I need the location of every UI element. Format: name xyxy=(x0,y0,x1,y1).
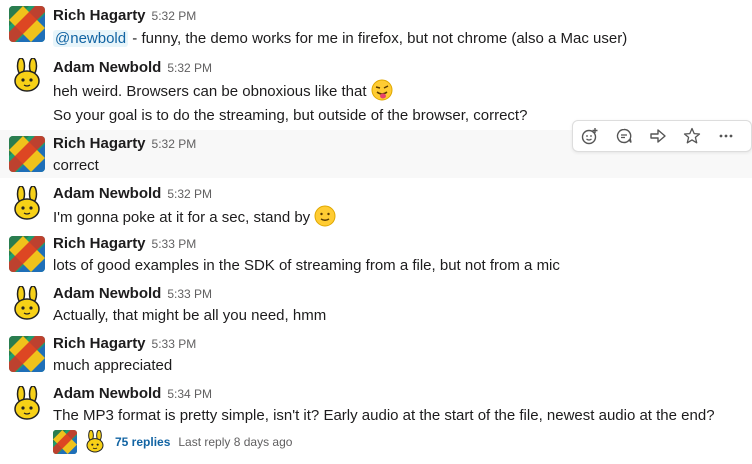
avatar-rich[interactable] xyxy=(9,236,45,272)
author-name[interactable]: Adam Newbold 5:32 PM xyxy=(53,185,212,202)
author-name[interactable]: Adam Newbold 5:33 PM xyxy=(53,285,212,302)
message-text: lots of good examples in the SDK of stre… xyxy=(53,257,560,274)
author-name[interactable]: Adam Newbold 5:32 PM xyxy=(53,59,212,76)
message: Adam Newbold 5:32 PM I'm gonna poke at it… xyxy=(0,180,752,230)
message-text: correct xyxy=(53,157,99,174)
more-actions-icon[interactable] xyxy=(709,122,743,150)
message-text: So your goal is to do the streaming, but… xyxy=(53,107,528,124)
avatar-rich[interactable] xyxy=(9,336,45,372)
stuck-out-tongue-winking-eye-icon[interactable] xyxy=(371,79,393,105)
add-reaction-icon[interactable] xyxy=(573,122,607,150)
timestamp[interactable]: 5:32 PM xyxy=(167,187,212,201)
user-mention[interactable]: @newbold xyxy=(53,30,129,47)
timestamp[interactable]: 5:33 PM xyxy=(152,337,197,351)
thread-last-reply: Last reply 8 days ago xyxy=(178,435,293,449)
reply-thread-icon[interactable] xyxy=(607,122,641,150)
avatar-rich[interactable] xyxy=(9,6,45,42)
share-message-icon[interactable] xyxy=(641,122,675,150)
author-name[interactable]: Rich Hagarty 5:32 PM xyxy=(53,7,196,24)
avatar-adam[interactable] xyxy=(9,386,45,422)
thread-replies-link[interactable]: 75 replies xyxy=(115,435,170,449)
message: Adam Newbold 5:33 PM Actually, that might… xyxy=(0,280,752,330)
message: Rich Hagarty 5:33 PM much appreciated xyxy=(0,330,752,380)
message-text: heh weird. Browsers can be obnoxious lik… xyxy=(53,79,393,105)
author-name[interactable]: Rich Hagarty 5:32 PM xyxy=(53,135,196,152)
thread-summary[interactable]: 75 replies Last reply 8 days ago xyxy=(53,430,292,454)
avatar-rich[interactable] xyxy=(9,136,45,172)
star-icon[interactable] xyxy=(675,122,709,150)
message-actions-toolbar xyxy=(572,120,752,152)
timestamp[interactable]: 5:32 PM xyxy=(167,61,212,75)
author-name[interactable]: Rich Hagarty 5:33 PM xyxy=(53,335,196,352)
message-text: much appreciated xyxy=(53,357,173,374)
slightly-smiling-face-icon[interactable] xyxy=(314,205,336,231)
thread-avatar-adam xyxy=(83,430,107,454)
timestamp[interactable]: 5:33 PM xyxy=(167,287,212,301)
author-name[interactable]: Adam Newbold 5:34 PM xyxy=(53,385,212,402)
timestamp[interactable]: 5:32 PM xyxy=(152,9,197,23)
thread-avatar-rich xyxy=(53,430,77,454)
avatar-adam[interactable] xyxy=(9,286,45,322)
message: Adam Newbold 5:32 PM heh weird. Browsers … xyxy=(0,52,752,130)
message-text: The MP3 format is pretty simple, isn't i… xyxy=(53,407,715,424)
message-text: I'm gonna poke at it for a sec, stand by xyxy=(53,205,336,231)
avatar-adam[interactable] xyxy=(9,58,45,94)
avatar-adam[interactable] xyxy=(9,186,45,222)
timestamp[interactable]: 5:32 PM xyxy=(152,137,197,151)
message: Rich Hagarty 5:33 PM lots of good example… xyxy=(0,230,752,280)
message: Rich Hagarty 5:32 PM @newbold - funny, th… xyxy=(0,0,752,52)
message-text: Actually, that might be all you need, hm… xyxy=(53,307,327,324)
timestamp[interactable]: 5:34 PM xyxy=(167,387,212,401)
message-text: @newbold - funny, the demo works for me … xyxy=(53,30,628,47)
timestamp[interactable]: 5:33 PM xyxy=(152,237,197,251)
author-name[interactable]: Rich Hagarty 5:33 PM xyxy=(53,235,196,252)
